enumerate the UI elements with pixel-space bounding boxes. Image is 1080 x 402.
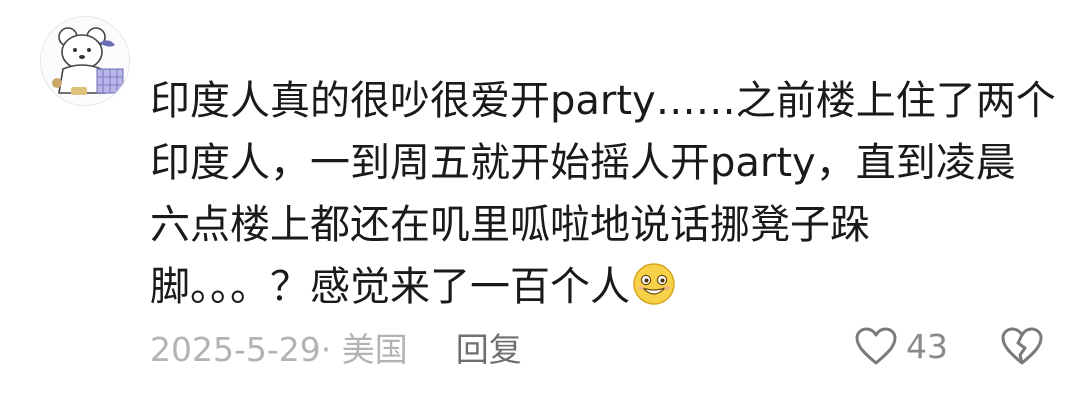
dislike-button[interactable]	[1000, 326, 1044, 366]
grin-emoji-icon	[632, 262, 676, 306]
heart-outline-icon	[855, 327, 897, 365]
comment-date-location: 2025-5-29· 美国	[150, 330, 408, 369]
avatar[interactable]	[40, 16, 130, 106]
broken-heart-icon	[1001, 327, 1043, 365]
comment-line-last: 脚。。。？感觉来了一百个人	[150, 256, 1050, 318]
like-count: 43	[906, 326, 948, 366]
comment-line: 印度人真的很吵很爱开party……之前楼上住了两个	[150, 78, 1056, 124]
reply-button[interactable]: 回复	[456, 323, 522, 371]
comment-text: 印度人真的很吵很爱开party……之前楼上住了两个 印度人，一到周五就开始摇人开…	[150, 70, 1056, 318]
comment-line: 印度人，一到周五就开始摇人开party，直到凌晨	[150, 140, 1016, 186]
comment-actions: 43	[854, 320, 1044, 372]
comment-line-text: 脚。。。？感觉来了一百个人	[150, 264, 630, 310]
comment-line: 六点楼上都还在叽里呱啦地说话挪凳子跺	[150, 202, 870, 248]
bear-cartoon-avatar-icon	[41, 17, 129, 105]
like-button[interactable]: 43	[854, 326, 948, 366]
comment-meta: 2025-5-29· 美国 回复	[150, 322, 522, 372]
